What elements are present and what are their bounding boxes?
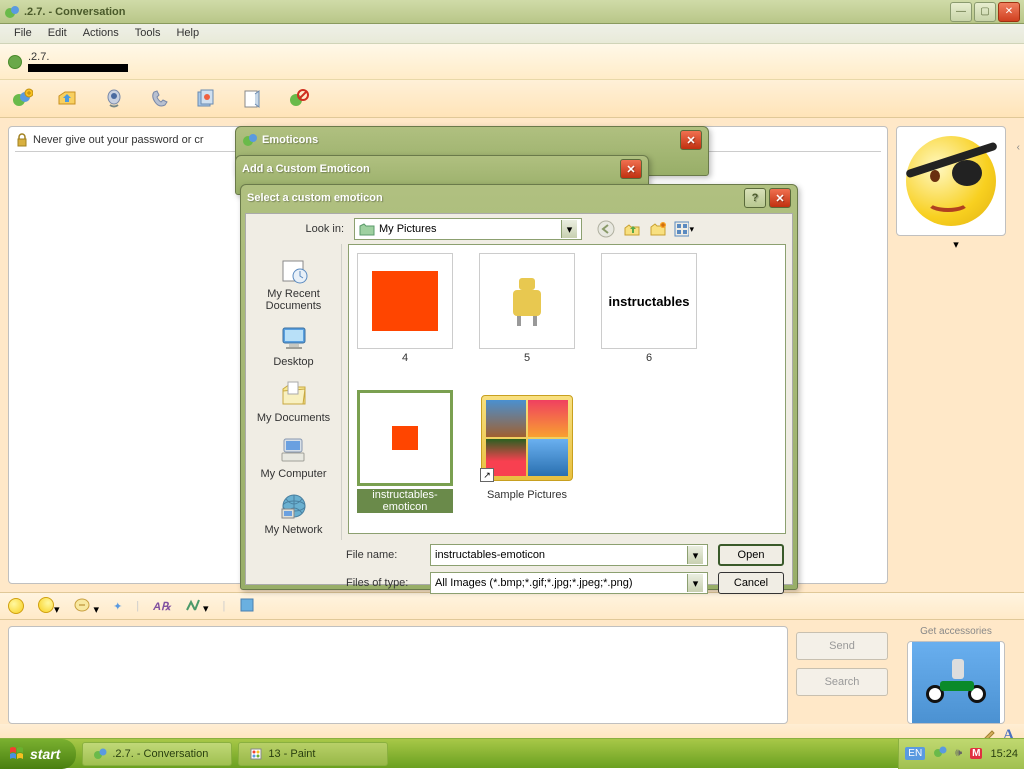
file-thumb-6[interactable]: instructables 6 bbox=[601, 253, 697, 364]
place-mydocs[interactable]: My Documents bbox=[248, 374, 340, 428]
tray-av-icon[interactable]: M bbox=[970, 748, 982, 759]
compose-area: Send Search Get accessories bbox=[0, 620, 1024, 724]
cancel-button[interactable]: Cancel bbox=[718, 572, 784, 594]
place-mycomputer[interactable]: My Computer bbox=[248, 430, 340, 484]
nudge-icon[interactable]: ✦ bbox=[113, 600, 122, 613]
contact-name: .2.7. bbox=[28, 51, 128, 63]
file-thumb-sample-pictures[interactable]: ↗ Sample Pictures bbox=[479, 390, 575, 513]
search-button[interactable]: Search bbox=[796, 668, 888, 696]
file-dialog: Select a custom emoticon ? ✕ Look in: My… bbox=[240, 184, 798, 590]
file-thumb-5[interactable]: 5 bbox=[479, 253, 575, 364]
add-custom-close-button[interactable]: ✕ bbox=[620, 159, 642, 179]
close-button[interactable]: ✕ bbox=[998, 2, 1020, 22]
start-button[interactable]: start bbox=[0, 739, 76, 769]
call-icon[interactable] bbox=[148, 87, 172, 111]
emoticons-close-button[interactable]: ✕ bbox=[680, 130, 702, 150]
games-icon[interactable] bbox=[240, 87, 264, 111]
send-button[interactable]: Send bbox=[796, 632, 888, 660]
lock-icon bbox=[15, 133, 29, 147]
filetype-select[interactable]: All Images (*.bmp;*.gif;*.jpg;*.jpeg;*.p… bbox=[430, 572, 708, 594]
lookin-value: My Pictures bbox=[379, 223, 436, 235]
back-icon[interactable] bbox=[596, 219, 616, 239]
file-area[interactable]: 4 5 instructables 6 instructables-emotic… bbox=[348, 244, 786, 534]
minimize-button[interactable]: — bbox=[950, 2, 972, 22]
lookin-select[interactable]: My Pictures ▾ bbox=[354, 218, 582, 240]
status-icon bbox=[8, 55, 22, 69]
add-custom-title: Add a Custom Emoticon bbox=[242, 163, 370, 175]
open-button[interactable]: Open bbox=[718, 544, 784, 566]
task-conversation[interactable]: .2.7. - Conversation bbox=[82, 742, 232, 766]
file-thumb-selected[interactable]: instructables-emoticon bbox=[357, 390, 453, 513]
task-paint[interactable]: 13 - Paint bbox=[238, 742, 388, 766]
places-bar: My Recent Documents Desktop My Documents… bbox=[246, 244, 342, 540]
file-thumb-4[interactable]: 4 bbox=[357, 253, 453, 364]
file-dialog-close-button[interactable]: ✕ bbox=[769, 188, 791, 208]
contact-avatar[interactable] bbox=[896, 126, 1006, 236]
msn-icon bbox=[242, 132, 258, 148]
tray-msn-icon[interactable] bbox=[933, 745, 947, 762]
place-network[interactable]: My Network bbox=[248, 486, 340, 540]
folder-icon bbox=[359, 221, 375, 237]
place-desktop[interactable]: Desktop bbox=[248, 318, 340, 372]
taskbar: start .2.7. - Conversation 13 - Paint EN… bbox=[0, 738, 1024, 768]
window-title: .2.7. - Conversation bbox=[24, 6, 950, 18]
filetype-label: Files of type: bbox=[346, 577, 420, 589]
contact-sub-redacted bbox=[28, 64, 128, 72]
file-dialog-title: Select a custom emoticon bbox=[247, 192, 383, 204]
voice-clip-icon[interactable]: ▾ bbox=[74, 597, 100, 616]
place-recent[interactable]: My Recent Documents bbox=[248, 250, 340, 316]
share-files-icon[interactable] bbox=[56, 87, 80, 111]
lookin-label: Look in: bbox=[254, 223, 348, 235]
emoticon-icon[interactable] bbox=[8, 598, 24, 614]
up-icon[interactable] bbox=[622, 219, 642, 239]
background-icon[interactable]: ▾ bbox=[185, 598, 209, 615]
systray: EN 🕪 M 15:24 bbox=[898, 739, 1024, 769]
maximize-button[interactable]: ▢ bbox=[974, 2, 996, 22]
block-icon[interactable] bbox=[286, 87, 310, 111]
menu-edit[interactable]: Edit bbox=[40, 24, 75, 43]
lang-indicator[interactable]: EN bbox=[905, 747, 925, 760]
my-avatar[interactable] bbox=[907, 641, 1005, 724]
menu-file[interactable]: File bbox=[6, 24, 40, 43]
new-folder-icon[interactable] bbox=[648, 219, 668, 239]
webcam-icon[interactable] bbox=[102, 87, 126, 111]
views-icon[interactable]: ▾ bbox=[674, 219, 694, 239]
chevron-left-icon[interactable]: ‹ bbox=[1017, 142, 1020, 153]
menu-help[interactable]: Help bbox=[168, 24, 207, 43]
invite-icon[interactable] bbox=[10, 87, 34, 111]
activities-icon[interactable] bbox=[194, 87, 218, 111]
tray-sound-icon[interactable]: 🕪 bbox=[955, 747, 962, 760]
menu-tools[interactable]: Tools bbox=[127, 24, 169, 43]
app-icon bbox=[4, 4, 20, 20]
contact-band: .2.7. bbox=[0, 44, 1024, 80]
warning-text: Never give out your password or cr bbox=[33, 134, 204, 146]
avatar-dropdown[interactable]: ▾ bbox=[896, 236, 1016, 252]
windows-icon bbox=[8, 745, 26, 763]
message-input[interactable] bbox=[8, 626, 788, 724]
titlebar: .2.7. - Conversation — ▢ ✕ bbox=[0, 0, 1024, 24]
tray-clock[interactable]: 15:24 bbox=[990, 748, 1018, 760]
wink-icon[interactable]: ▾ bbox=[38, 597, 60, 616]
font-icon[interactable]: A℞ bbox=[153, 600, 171, 613]
accessories-label: Get accessories bbox=[896, 626, 1016, 637]
toolbar bbox=[0, 80, 1024, 118]
filename-label: File name: bbox=[346, 549, 420, 561]
file-dialog-help-button[interactable]: ? bbox=[744, 188, 766, 208]
filename-input[interactable]: instructables-emoticon▾ bbox=[430, 544, 708, 566]
menubar: File Edit Actions Tools Help bbox=[0, 24, 1024, 44]
chevron-down-icon[interactable]: ▾ bbox=[561, 220, 577, 238]
menu-actions[interactable]: Actions bbox=[75, 24, 127, 43]
emoticons-title: Emoticons bbox=[262, 134, 318, 146]
